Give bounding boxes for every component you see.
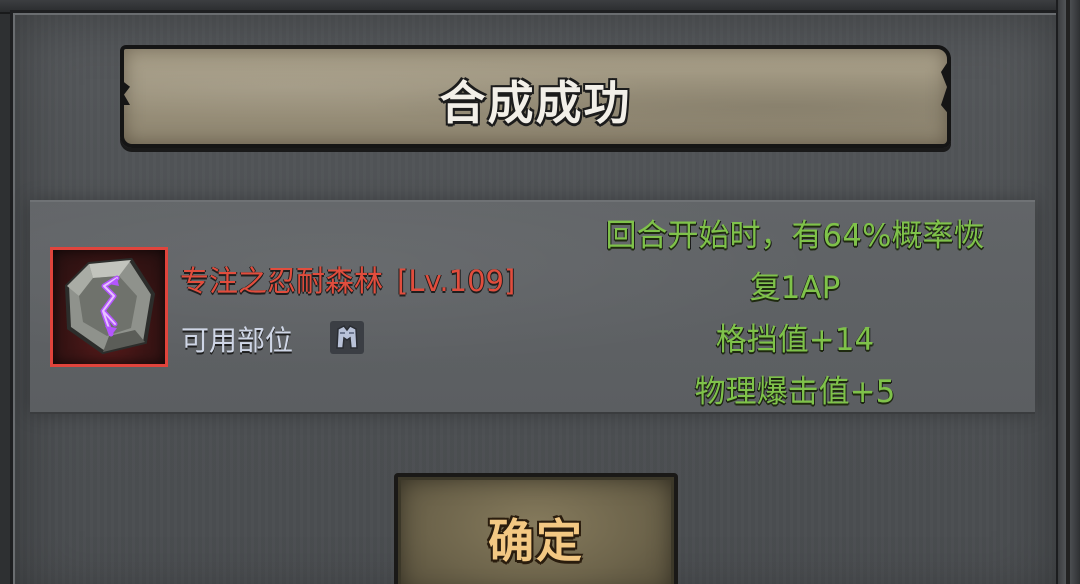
rune-stone-icon	[64, 257, 156, 355]
confirm-button-label: 确定	[488, 514, 584, 568]
item-name-line: 专注之忍耐森林 [Lv.109]	[180, 258, 515, 300]
item-icon-slot[interactable]	[50, 247, 168, 367]
effect-line: 回合开始时，有64%概率恢	[605, 218, 985, 254]
right-frame	[1056, 0, 1080, 584]
effect-line: 复1AP	[749, 270, 841, 306]
usable-slot-label: 可用部位	[181, 324, 294, 357]
item-name: 专注之忍耐森林	[180, 264, 384, 298]
confirm-button[interactable]: 确定	[394, 473, 678, 584]
item-level: [Lv.109]	[397, 264, 516, 298]
title-banner: 合成成功	[120, 45, 951, 148]
effect-line: 格挡值+14	[715, 322, 875, 358]
synthesis-result-screen: 合成成功 专注之忍耐森林 [Lv.109] 可用部位 回合开始时，有64%概率恢 …	[0, 0, 1080, 584]
item-effects: 回合开始时，有64%概率恢 复1AP 格挡值+14 物理爆击值+5	[575, 210, 1015, 418]
effect-line: 物理爆击值+5	[694, 374, 896, 410]
armor-slot-icon	[330, 321, 364, 354]
dialog-title: 合成成功	[439, 76, 632, 130]
